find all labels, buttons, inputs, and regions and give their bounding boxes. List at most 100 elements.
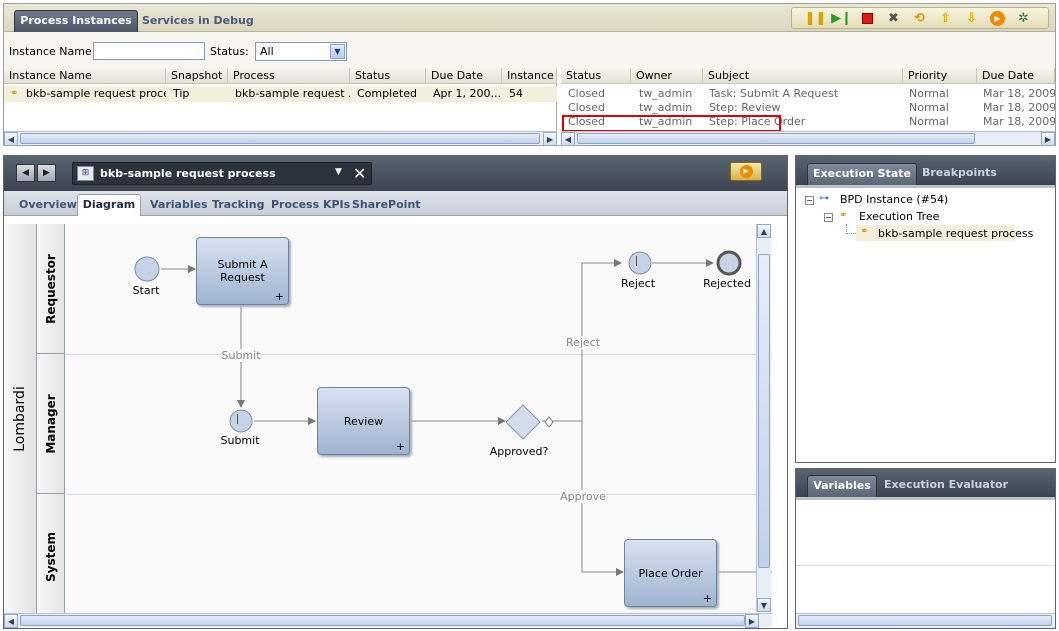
col-owner[interactable]: Owner xyxy=(631,68,703,84)
scroll-thumb[interactable] xyxy=(577,133,975,144)
snapshot-cell: Tip xyxy=(173,87,190,100)
scroll-right-icon[interactable]: ▶ xyxy=(1041,132,1055,146)
table-row[interactable]: ⚭ bkb-sample request proce... Tip bkb-sa… xyxy=(4,86,557,102)
tree-execution-tree[interactable]: Execution Tree xyxy=(859,210,939,223)
col-instance-name[interactable]: Instance Name xyxy=(4,68,166,84)
gateway-connector-icon xyxy=(544,416,554,428)
run-button[interactable]: ▶ xyxy=(730,162,762,181)
table-row[interactable]: Closed tw_admin Step: Review Normal Mar … xyxy=(561,101,1055,115)
filter-row: Instance Name: Status: All ▼ xyxy=(4,32,1055,68)
arrow-down-icon[interactable]: ⇩ xyxy=(962,9,981,27)
tab-sharepoint[interactable]: SharePoint xyxy=(352,198,421,211)
scroll-thumb[interactable] xyxy=(20,133,540,144)
step-icon[interactable]: ▶❙ xyxy=(831,9,852,27)
scroll-thumb[interactable] xyxy=(20,615,745,626)
task-review[interactable]: Review + xyxy=(317,387,410,455)
process-header: ◀ ▶ ⊞ bkb-sample request process ▼ ✕ ▶ xyxy=(4,156,787,191)
close-icon[interactable]: ✖ xyxy=(884,9,903,27)
col-task-due-date[interactable]: Due Date xyxy=(977,68,1055,84)
tab-variables[interactable]: Variables xyxy=(150,198,208,211)
task-due-cell: Mar 18, 2009 xyxy=(983,101,1055,114)
instances-hscrollbar[interactable]: ◀ ▶ xyxy=(4,131,557,146)
chevron-down-icon[interactable]: ▼ xyxy=(335,167,342,177)
diagram-hscrollbar[interactable]: ◀ ▶ xyxy=(4,613,772,628)
process-selector[interactable]: ⊞ bkb-sample request process ▼ ✕ xyxy=(72,162,372,185)
table-row[interactable]: Closed tw_admin Task: Submit A Request N… xyxy=(561,87,1055,101)
run-icon[interactable]: ▶ xyxy=(988,9,1007,27)
tab-diagram[interactable]: Diagram xyxy=(77,194,141,216)
col-priority[interactable]: Priority xyxy=(903,68,977,84)
instance-name-cell: bkb-sample request proce... xyxy=(26,87,166,100)
forward-arrow-icon[interactable]: ▶ xyxy=(37,164,56,182)
flow-label-submit: Submit xyxy=(221,349,261,362)
col-task-status[interactable]: Status xyxy=(561,68,631,84)
col-process[interactable]: Process xyxy=(228,68,350,84)
tab-breakpoints[interactable]: Breakpoints xyxy=(922,166,997,179)
status-cell: Completed xyxy=(357,87,417,100)
col-due-date[interactable]: Due Date xyxy=(426,68,502,84)
approved-gateway[interactable] xyxy=(505,404,541,440)
instance-name-input[interactable] xyxy=(93,42,205,60)
scroll-left-icon[interactable]: ◀ xyxy=(4,132,18,146)
close-icon[interactable]: ✕ xyxy=(353,164,366,183)
tab-process-kpis[interactable]: Process KPIs xyxy=(271,198,350,211)
diagram-canvas[interactable]: Lombardi Requestor Manager System Submit… xyxy=(4,224,772,613)
col-subject[interactable]: Subject xyxy=(703,68,903,84)
scroll-thumb[interactable] xyxy=(758,254,770,568)
due-date-cell: Apr 1, 200... xyxy=(433,87,502,100)
rejected-end-event[interactable] xyxy=(716,250,742,276)
refresh-icon[interactable]: ⟲ xyxy=(910,9,929,27)
task-status-cell: Closed xyxy=(568,101,605,114)
expand-icon: + xyxy=(702,592,712,605)
status-select-value: All xyxy=(260,45,274,58)
diagram-vscrollbar[interactable]: ▲ ▼ xyxy=(756,224,771,612)
arrow-up-icon[interactable]: ⇧ xyxy=(936,9,955,27)
scroll-left-icon[interactable]: ◀ xyxy=(4,614,18,628)
start-event[interactable] xyxy=(134,256,160,282)
back-arrow-icon[interactable]: ◀ xyxy=(16,164,35,182)
tab-execution-evaluator[interactable]: Execution Evaluator xyxy=(884,478,1008,491)
col-instance-id[interactable]: Instance I xyxy=(502,68,557,84)
task-priority-cell: Normal xyxy=(909,87,949,100)
tab-overview[interactable]: Overview xyxy=(19,198,77,211)
collapse-icon[interactable]: − xyxy=(824,213,833,222)
process-diagram-icon: ⊞ xyxy=(77,166,94,181)
expand-icon: + xyxy=(395,440,405,453)
submit-event-label: Submit xyxy=(220,434,260,447)
scroll-thumb[interactable] xyxy=(798,615,1052,626)
tab-execution-state[interactable]: Execution State xyxy=(807,163,917,185)
variables-hscrollbar[interactable] xyxy=(796,613,1055,628)
collapse-icon[interactable]: − xyxy=(805,196,814,205)
tasks-hscrollbar[interactable]: ◀ ▶ xyxy=(561,131,1055,146)
task-status-cell: Closed xyxy=(568,87,605,100)
status-label: Status: xyxy=(210,45,249,58)
tab-process-instances[interactable]: Process Instances xyxy=(14,10,138,32)
task-submit-a-request[interactable]: Submit A Request + xyxy=(196,237,289,305)
tasks-table: Status Owner Subject Priority Due Date C… xyxy=(561,68,1055,146)
tree-bpd-instance[interactable]: BPD Instance (#54) xyxy=(840,193,948,206)
scroll-left-icon[interactable]: ◀ xyxy=(561,132,575,146)
flow-label-approve: Approve xyxy=(560,490,606,503)
debug-icon[interactable]: ✲ xyxy=(1014,9,1033,27)
stop-icon[interactable] xyxy=(858,9,877,27)
scroll-down-icon[interactable]: ▼ xyxy=(757,598,771,612)
scroll-up-icon[interactable]: ▲ xyxy=(757,224,771,238)
task-priority-cell: Normal xyxy=(909,101,949,114)
col-snapshot[interactable]: Snapshot xyxy=(166,68,228,84)
pause-icon[interactable]: ❚❚ xyxy=(805,9,827,27)
scroll-right-icon[interactable]: ▶ xyxy=(745,614,759,628)
process-instances-panel: Process Instances Services in Debug ❚❚ ▶… xyxy=(3,3,1056,146)
expand-icon: + xyxy=(274,290,284,303)
col-status[interactable]: Status xyxy=(350,68,426,84)
task-subject-cell: Task: Submit A Request xyxy=(709,87,839,100)
tab-variables-panel[interactable]: Variables xyxy=(807,475,877,497)
flag-icon xyxy=(237,414,245,424)
tab-services-in-debug[interactable]: Services in Debug xyxy=(142,13,254,29)
task-place-order[interactable]: Place Order + xyxy=(624,539,717,607)
variables-panel: Variables Execution Evaluator xyxy=(795,468,1056,629)
chevron-down-icon[interactable]: ▼ xyxy=(330,44,345,59)
tab-tracking[interactable]: Tracking xyxy=(212,198,264,211)
tree-process-row[interactable]: ⚭ bkb-sample request process xyxy=(856,225,1033,241)
scroll-right-icon[interactable]: ▶ xyxy=(543,132,557,146)
status-select[interactable]: All ▼ xyxy=(255,42,347,61)
